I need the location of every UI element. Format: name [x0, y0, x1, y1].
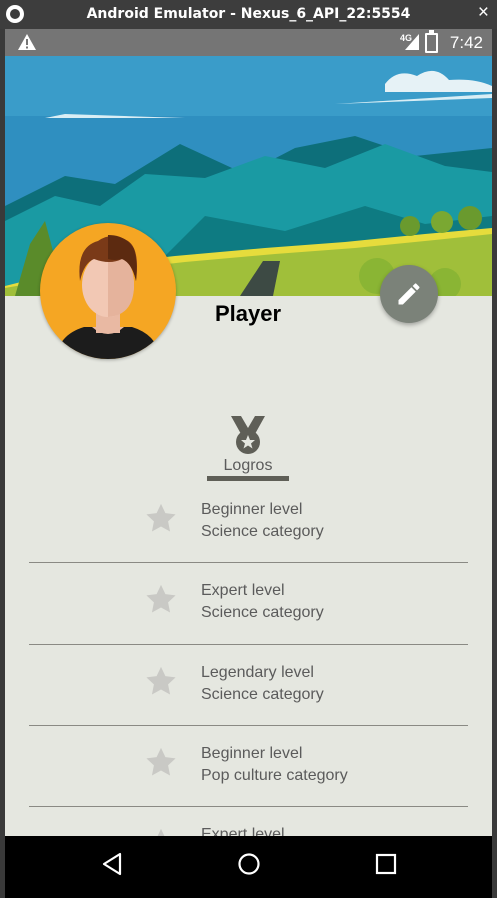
home-icon[interactable]: [237, 852, 261, 881]
star-icon: [146, 747, 176, 776]
divider: [29, 644, 468, 645]
achievement-category: Science category: [201, 523, 324, 540]
achievement-item[interactable]: Beginner level Pop culture category: [5, 745, 492, 825]
medal-icon: [229, 416, 267, 459]
clock: 7:42: [449, 33, 483, 52]
back-icon[interactable]: [101, 852, 123, 881]
tab-indicator: [207, 476, 289, 481]
emulator-title-bar: Android Emulator - Nexus_6_API_22:5554 ×: [0, 0, 497, 29]
battery-icon: [425, 30, 438, 53]
warning-icon: [17, 33, 37, 56]
star-icon: [146, 584, 176, 613]
achievement-level: Beginner level: [201, 745, 303, 762]
achievement-item[interactable]: Beginner level Science category: [5, 501, 492, 581]
profile-avatar[interactable]: [40, 223, 176, 359]
navigation-bar: [5, 836, 492, 898]
divider: [29, 806, 468, 807]
achievement-category: Science category: [201, 604, 324, 621]
edit-profile-button[interactable]: [380, 265, 438, 323]
star-icon: [146, 666, 176, 695]
achievement-level: Expert level: [201, 582, 285, 599]
achievement-level: Legendary level: [201, 664, 314, 681]
achievement-category: Science category: [201, 686, 324, 703]
star-icon: [146, 503, 176, 532]
divider: [29, 725, 468, 726]
achievement-item[interactable]: Legendary level Science category: [5, 664, 492, 744]
divider: [29, 562, 468, 563]
window-title: Android Emulator - Nexus_6_API_22:5554: [86, 6, 411, 22]
achievements-tab-label[interactable]: Logros: [207, 457, 289, 475]
achievement-item[interactable]: Expert level Science category: [5, 582, 492, 662]
close-button[interactable]: ×: [478, 3, 489, 23]
edit-icon: [398, 283, 420, 305]
device-screen: 4G 7:42 Player Logros Beginner level Sci…: [5, 29, 492, 898]
achievement-category: Pop culture category: [201, 767, 348, 784]
status-bar: 4G 7:42: [5, 29, 492, 56]
player-name: Player: [215, 301, 282, 326]
achievement-level: Beginner level: [201, 501, 303, 518]
signal-icon: [405, 34, 419, 55]
recents-icon[interactable]: [375, 852, 397, 881]
